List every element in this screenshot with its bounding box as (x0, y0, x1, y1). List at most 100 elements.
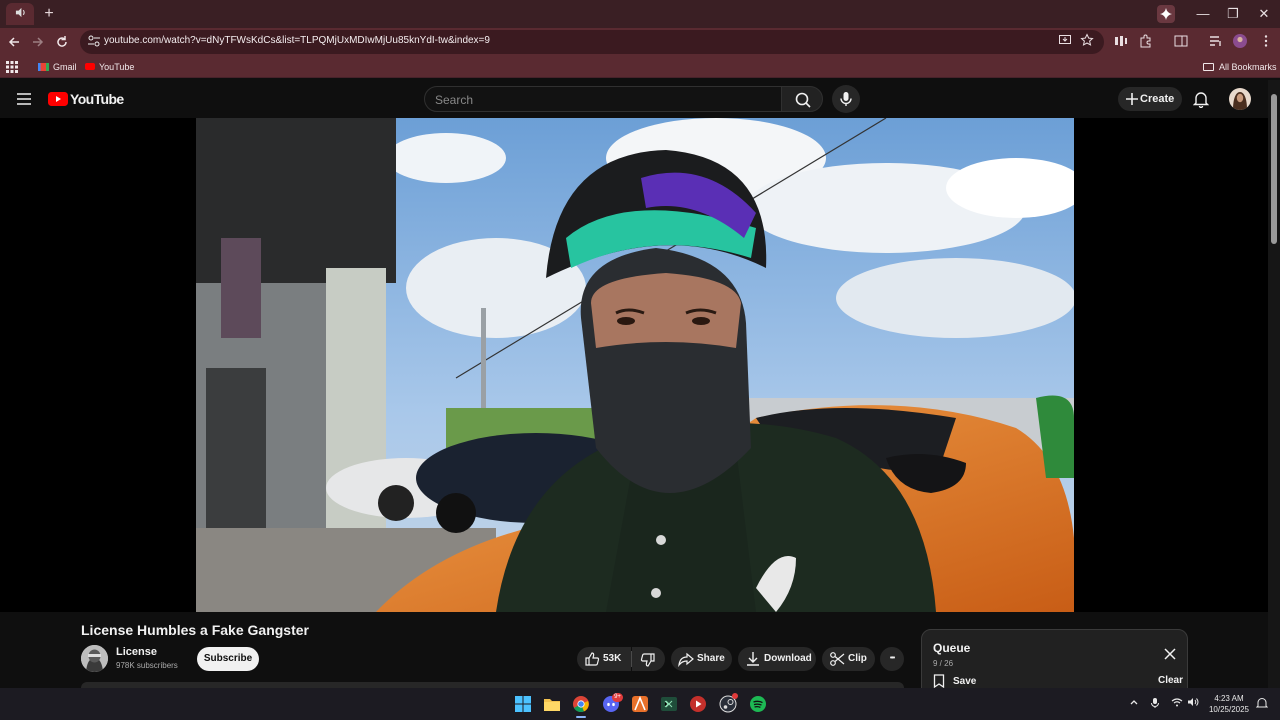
bookmark-icon (933, 674, 945, 688)
clock[interactable]: 4:23 AM 10/25/2025 (1206, 693, 1252, 715)
gemini-icon[interactable] (1157, 5, 1175, 23)
chrome-active-indicator (576, 716, 586, 718)
youtube-icon (85, 63, 95, 70)
search-button[interactable] (781, 86, 823, 112)
terminal-icon[interactable] (660, 695, 678, 713)
notifications-bell-icon[interactable] (1192, 90, 1210, 113)
all-bookmarks-label: All Bookmarks (1219, 62, 1277, 72)
close-window-button[interactable]: ✕ (1249, 4, 1279, 24)
clip-label: Clip (848, 653, 867, 664)
notification-dot (732, 693, 738, 699)
address-bar[interactable]: youtube.com/watch?v=dNyTFWsKdCs&list=TLP… (80, 30, 1104, 54)
browser-tab-strip: + — ❐ ✕ (0, 0, 1280, 28)
bookmark-gmail[interactable]: Gmail (38, 59, 77, 75)
video-player[interactable] (0, 118, 1268, 612)
folder-icon (1203, 63, 1214, 71)
download-label: Download (764, 653, 812, 664)
share-arrow-icon (678, 652, 694, 667)
windows-start-icon[interactable] (514, 695, 532, 713)
bookmarks-bar: Gmail YouTube All Bookmarks (0, 56, 1280, 78)
chrome-icon[interactable] (572, 695, 590, 713)
windows-taskbar: 9+ 4:23 AM 10/25/2025 (0, 688, 1280, 720)
youtube-play-icon (48, 92, 68, 106)
search-input[interactable]: Search (424, 86, 782, 112)
url-text: youtube.com/watch?v=dNyTFWsKdCs&list=TLP… (104, 35, 490, 46)
download-button[interactable]: Download (738, 647, 816, 671)
speaker-icon (15, 7, 26, 21)
close-icon[interactable] (1164, 647, 1176, 665)
gmail-icon (38, 63, 49, 71)
microphone-icon (840, 92, 852, 106)
create-label: Create (1140, 93, 1175, 105)
subscriber-count: 978K subscribers (116, 661, 178, 670)
search-icon (795, 92, 811, 108)
bookmark-star-icon[interactable] (1078, 33, 1096, 51)
youtube-logo[interactable]: YouTube (48, 91, 124, 107)
discord-badge: 9+ (612, 693, 623, 702)
new-tab-button[interactable]: + (40, 5, 58, 23)
bookmark-youtube-label: YouTube (99, 62, 135, 72)
like-count: 53K (603, 653, 622, 664)
all-bookmarks-folder[interactable]: All Bookmarks (1203, 59, 1277, 75)
media-controls-icon[interactable] (1207, 33, 1225, 51)
file-explorer-icon[interactable] (543, 695, 561, 713)
clock-date: 10/25/2025 (1208, 705, 1250, 714)
channel-name[interactable]: License (116, 646, 157, 658)
notification-center-icon[interactable] (1255, 697, 1269, 712)
browser-toolbar: youtube.com/watch?v=dNyTFWsKdCs&list=TLP… (0, 28, 1280, 56)
performance-icon[interactable] (1112, 33, 1130, 51)
account-avatar[interactable] (1229, 88, 1251, 110)
dislike-button[interactable] (632, 647, 665, 671)
video-frame[interactable] (196, 118, 1074, 612)
reload-icon[interactable] (53, 33, 71, 51)
voice-search-button[interactable] (832, 85, 860, 113)
page-scrollbar[interactable] (1268, 80, 1280, 688)
scrollbar-thumb[interactable] (1271, 94, 1277, 244)
install-app-icon[interactable] (1056, 33, 1074, 51)
youtube-app-icon[interactable] (689, 695, 707, 713)
queue-clear-button[interactable]: Clear (1158, 675, 1183, 686)
kebab-menu-icon[interactable] (1257, 33, 1275, 51)
bookmark-youtube[interactable]: YouTube (85, 59, 134, 75)
clip-button[interactable]: Clip (822, 647, 875, 671)
youtube-logo-text: YouTube (70, 91, 124, 107)
extensions-icon[interactable] (1137, 33, 1155, 51)
youtube-header: YouTube Search Create (0, 80, 1268, 118)
clock-time: 4:23 AM (1214, 694, 1244, 703)
queue-save-label: Save (953, 675, 977, 687)
share-label: Share (697, 653, 725, 664)
scissors-icon (830, 652, 845, 666)
hamburger-menu-icon[interactable] (16, 92, 32, 111)
queue-position: 9 / 26 (933, 659, 954, 668)
share-button[interactable]: Share (671, 647, 732, 671)
split-view-icon[interactable] (1172, 33, 1190, 51)
queue-save-button[interactable]: Save (933, 673, 976, 689)
profile-avatar-icon[interactable] (1231, 33, 1249, 51)
download-icon (747, 652, 759, 666)
site-settings-icon[interactable] (86, 34, 102, 50)
create-button[interactable]: Create (1118, 87, 1182, 111)
search-placeholder: Search (435, 93, 474, 107)
volume-icon[interactable] (1187, 697, 1199, 710)
tray-chevron-icon[interactable] (1129, 697, 1139, 710)
browser-tab[interactable] (6, 3, 34, 25)
subscribe-button[interactable]: Subscribe (197, 647, 259, 671)
bookmark-gmail-label: Gmail (53, 62, 77, 72)
forward-arrow-icon[interactable] (29, 33, 47, 51)
thumbs-down-icon (640, 653, 655, 667)
more-actions-button[interactable]: ••• (880, 647, 904, 671)
channel-avatar[interactable] (81, 645, 108, 672)
restore-button[interactable]: ❐ (1218, 4, 1248, 24)
spotify-icon[interactable] (749, 695, 767, 713)
plus-icon (1126, 93, 1138, 105)
like-button[interactable]: 53K (577, 647, 631, 671)
wifi-icon[interactable] (1171, 697, 1183, 710)
queue-title: Queue (933, 641, 971, 655)
back-arrow-icon[interactable] (5, 33, 23, 51)
minimize-button[interactable]: — (1188, 4, 1218, 24)
microphone-tray-icon[interactable] (1150, 697, 1160, 712)
affinity-icon[interactable] (631, 695, 649, 713)
apps-grid-icon[interactable] (6, 59, 18, 75)
video-title: License Humbles a Fake Gangster (81, 622, 309, 638)
thumbs-up-icon (585, 652, 600, 666)
